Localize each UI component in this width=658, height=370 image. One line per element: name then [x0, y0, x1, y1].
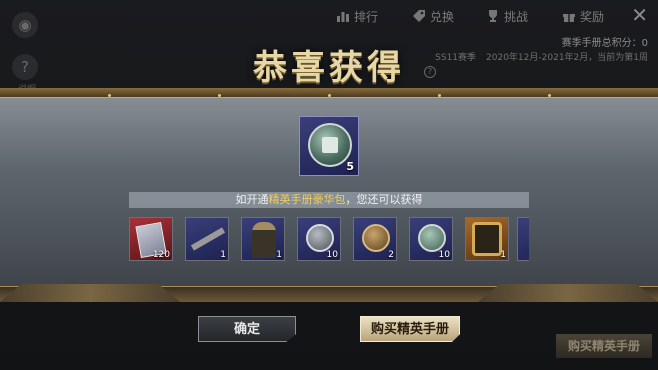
border-stud — [218, 94, 221, 97]
border-stud — [438, 94, 441, 97]
silver-coin-icon — [306, 224, 334, 252]
bonus-item[interactable]: 1 — [241, 217, 285, 261]
bonus-item-quantity: 1 — [500, 250, 506, 260]
tab-ranking-label: 排行 — [354, 9, 379, 24]
border-stud — [548, 94, 551, 97]
bonus-item-quantity: 2 — [388, 250, 394, 260]
tab-ranking[interactable]: 排行 — [336, 6, 378, 26]
tab-rewards-label: 奖励 — [580, 9, 605, 24]
bonus-item-quantity: 1 — [220, 250, 226, 260]
tab-challenge[interactable]: 挑战 — [486, 6, 528, 26]
medal-coin-icon — [418, 224, 446, 252]
tag-icon — [413, 10, 425, 22]
corner-ornament-right — [478, 284, 658, 302]
corner-ornament-left — [0, 284, 180, 302]
tab-rewards[interactable]: 奖励 — [562, 6, 604, 26]
bronze-token-icon — [362, 224, 390, 252]
info-suffix: ，您还可以获得 — [345, 193, 423, 206]
bonus-item-quantity: 10 — [326, 250, 338, 260]
background-buy-button: 购买精英手册 — [556, 334, 652, 358]
gift-icon — [563, 14, 575, 22]
avatar-frame-icon — [472, 222, 502, 256]
confirm-button[interactable]: 确定 — [198, 316, 296, 342]
bonus-item[interactable]: 120 — [129, 217, 173, 261]
main-reward-quantity: 5 — [346, 160, 354, 173]
bonus-item[interactable]: 1 — [185, 217, 229, 261]
border-stud — [108, 94, 111, 97]
top-bar: 排行 兑换 挑战 奖励 ✕ — [0, 0, 658, 34]
close-icon[interactable]: ✕ — [631, 4, 648, 26]
bonus-item-partial[interactable] — [517, 217, 529, 261]
camera-icon[interactable]: ◉ — [12, 12, 38, 38]
dialog-title: 恭喜获得 — [253, 48, 405, 88]
main-reward-tile[interactable]: 5 — [299, 116, 359, 176]
tab-exchange-label: 兑换 — [430, 9, 455, 24]
bonus-item[interactable]: 10 — [409, 217, 453, 261]
character-outfit-icon — [252, 222, 276, 258]
bonus-item-quantity: 1 — [276, 250, 282, 260]
bonus-item-quantity: 10 — [438, 250, 450, 260]
bonus-item[interactable]: 1 — [465, 217, 509, 261]
bonus-item[interactable]: 10 — [297, 217, 341, 261]
trophy-icon — [489, 10, 497, 22]
bonus-item-quantity: 120 — [152, 250, 170, 260]
tab-challenge-label: 挑战 — [504, 9, 529, 24]
tab-exchange[interactable]: 兑换 — [412, 6, 454, 26]
ranking-icon — [337, 12, 349, 22]
buy-elite-handbook-button[interactable]: 购买精英手册 — [360, 316, 460, 342]
info-highlight: 精英手册豪华包 — [268, 193, 346, 206]
rifle-icon — [190, 227, 226, 251]
bonus-item-row: 120 1 1 10 2 10 1 — [129, 217, 529, 263]
bonus-item[interactable]: 2 — [353, 217, 397, 261]
upgrade-info-strip: 如开通精英手册豪华包，您还可以获得 — [129, 192, 529, 208]
info-prefix: 如开通 — [235, 193, 269, 206]
border-stud — [328, 94, 331, 97]
